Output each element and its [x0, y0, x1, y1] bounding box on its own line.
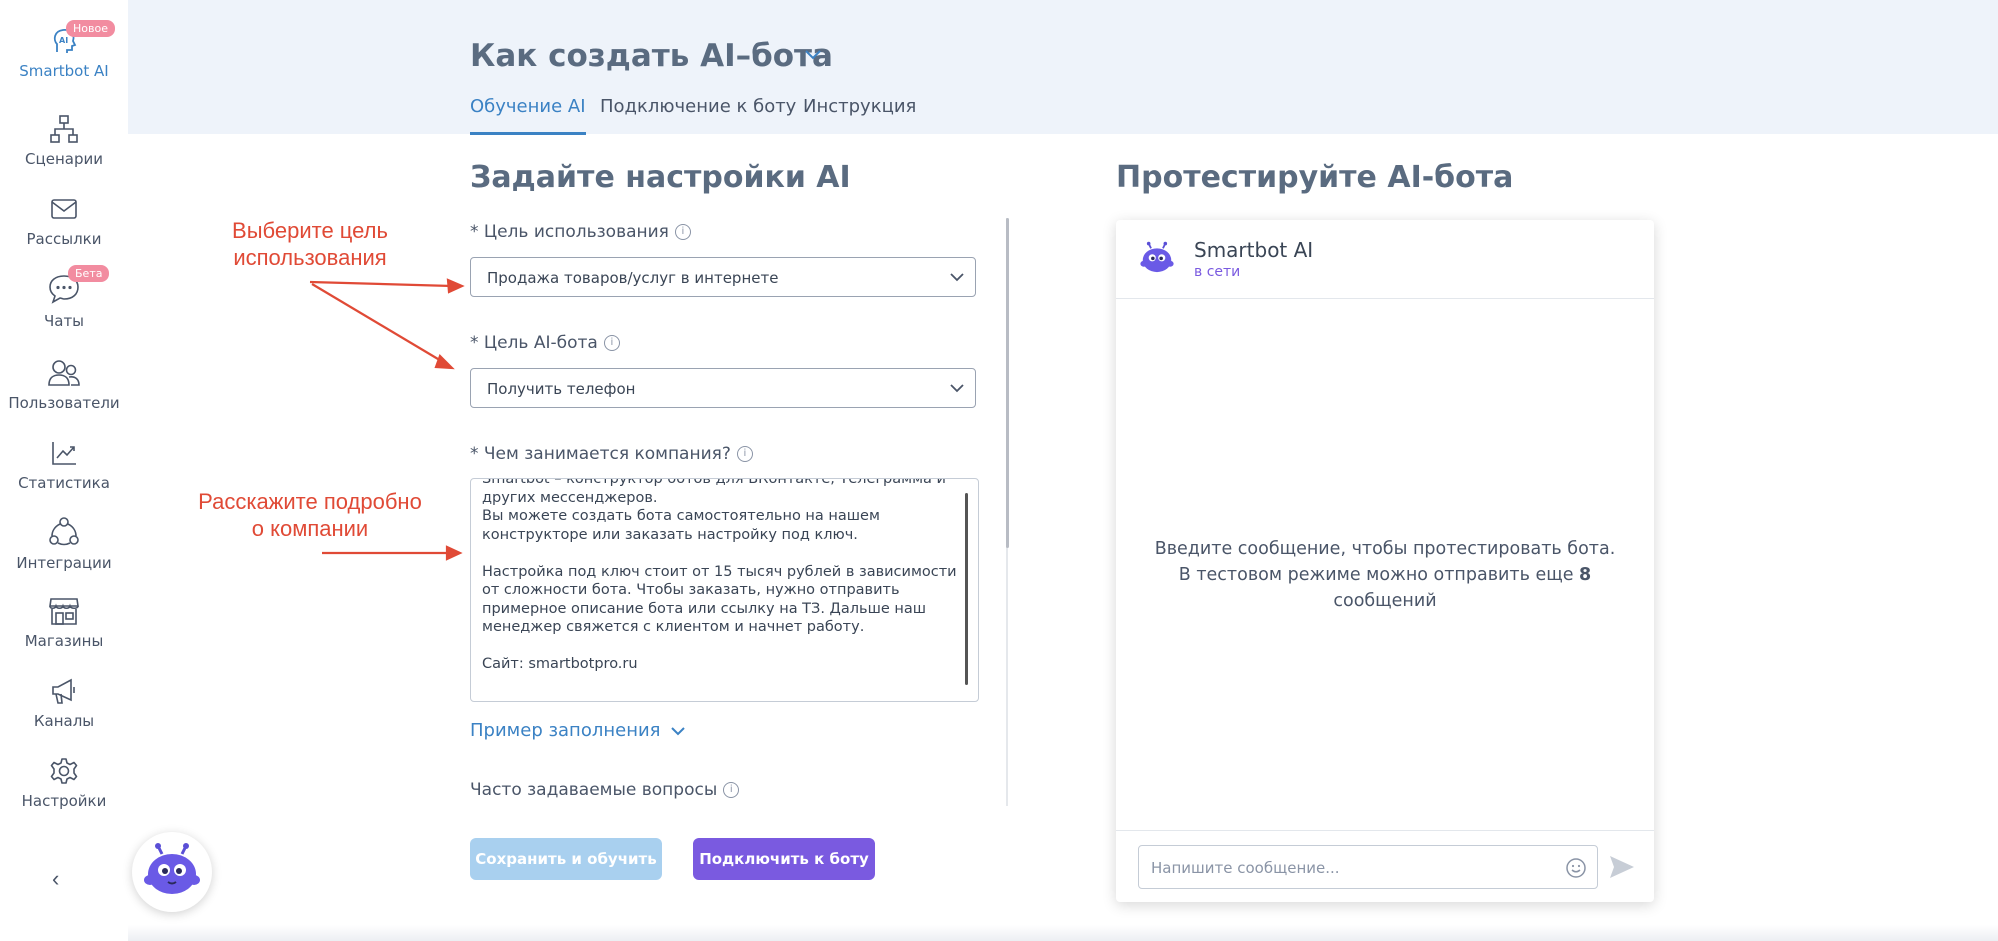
arrow-to-purpose	[309, 280, 453, 288]
annotation-arrows	[309, 278, 465, 561]
bot-name: Smartbot AI	[1194, 238, 1314, 262]
chat-empty-message: Введите сообщение, чтобы протестировать …	[1116, 536, 1654, 614]
bot-status: в сети	[1194, 264, 1241, 280]
bot-avatar-icon	[1140, 241, 1174, 273]
message-input-placeholder: Напишите сообщение...	[1151, 859, 1340, 877]
send-icon[interactable]	[1608, 853, 1636, 881]
empty-line: сообщений	[1333, 591, 1437, 611]
chat-footer: Напишите сообщение...	[1116, 830, 1654, 903]
emoji-icon[interactable]	[1565, 857, 1587, 879]
empty-line: Введите сообщение, чтобы протестировать …	[1154, 539, 1616, 559]
chat-preview: Smartbot AI в сети Введите сообщение, чт…	[1116, 220, 1654, 902]
remaining-messages-count: 8	[1579, 565, 1592, 585]
bottom-edge	[128, 925, 1998, 941]
empty-line: В тестовом режиме можно отправить еще 8	[1116, 562, 1654, 588]
test-title: Протестируйте AI-бота	[1116, 160, 1514, 195]
arrow-to-goal	[311, 283, 444, 363]
arrow-head	[446, 278, 465, 294]
arrow-head	[445, 545, 463, 561]
message-input[interactable]: Напишите сообщение...	[1138, 845, 1598, 889]
empty-line-prefix: В тестовом режиме можно отправить еще	[1178, 565, 1580, 585]
chat-header: Smartbot AI в сети	[1116, 220, 1654, 299]
arrow-head	[434, 354, 455, 370]
